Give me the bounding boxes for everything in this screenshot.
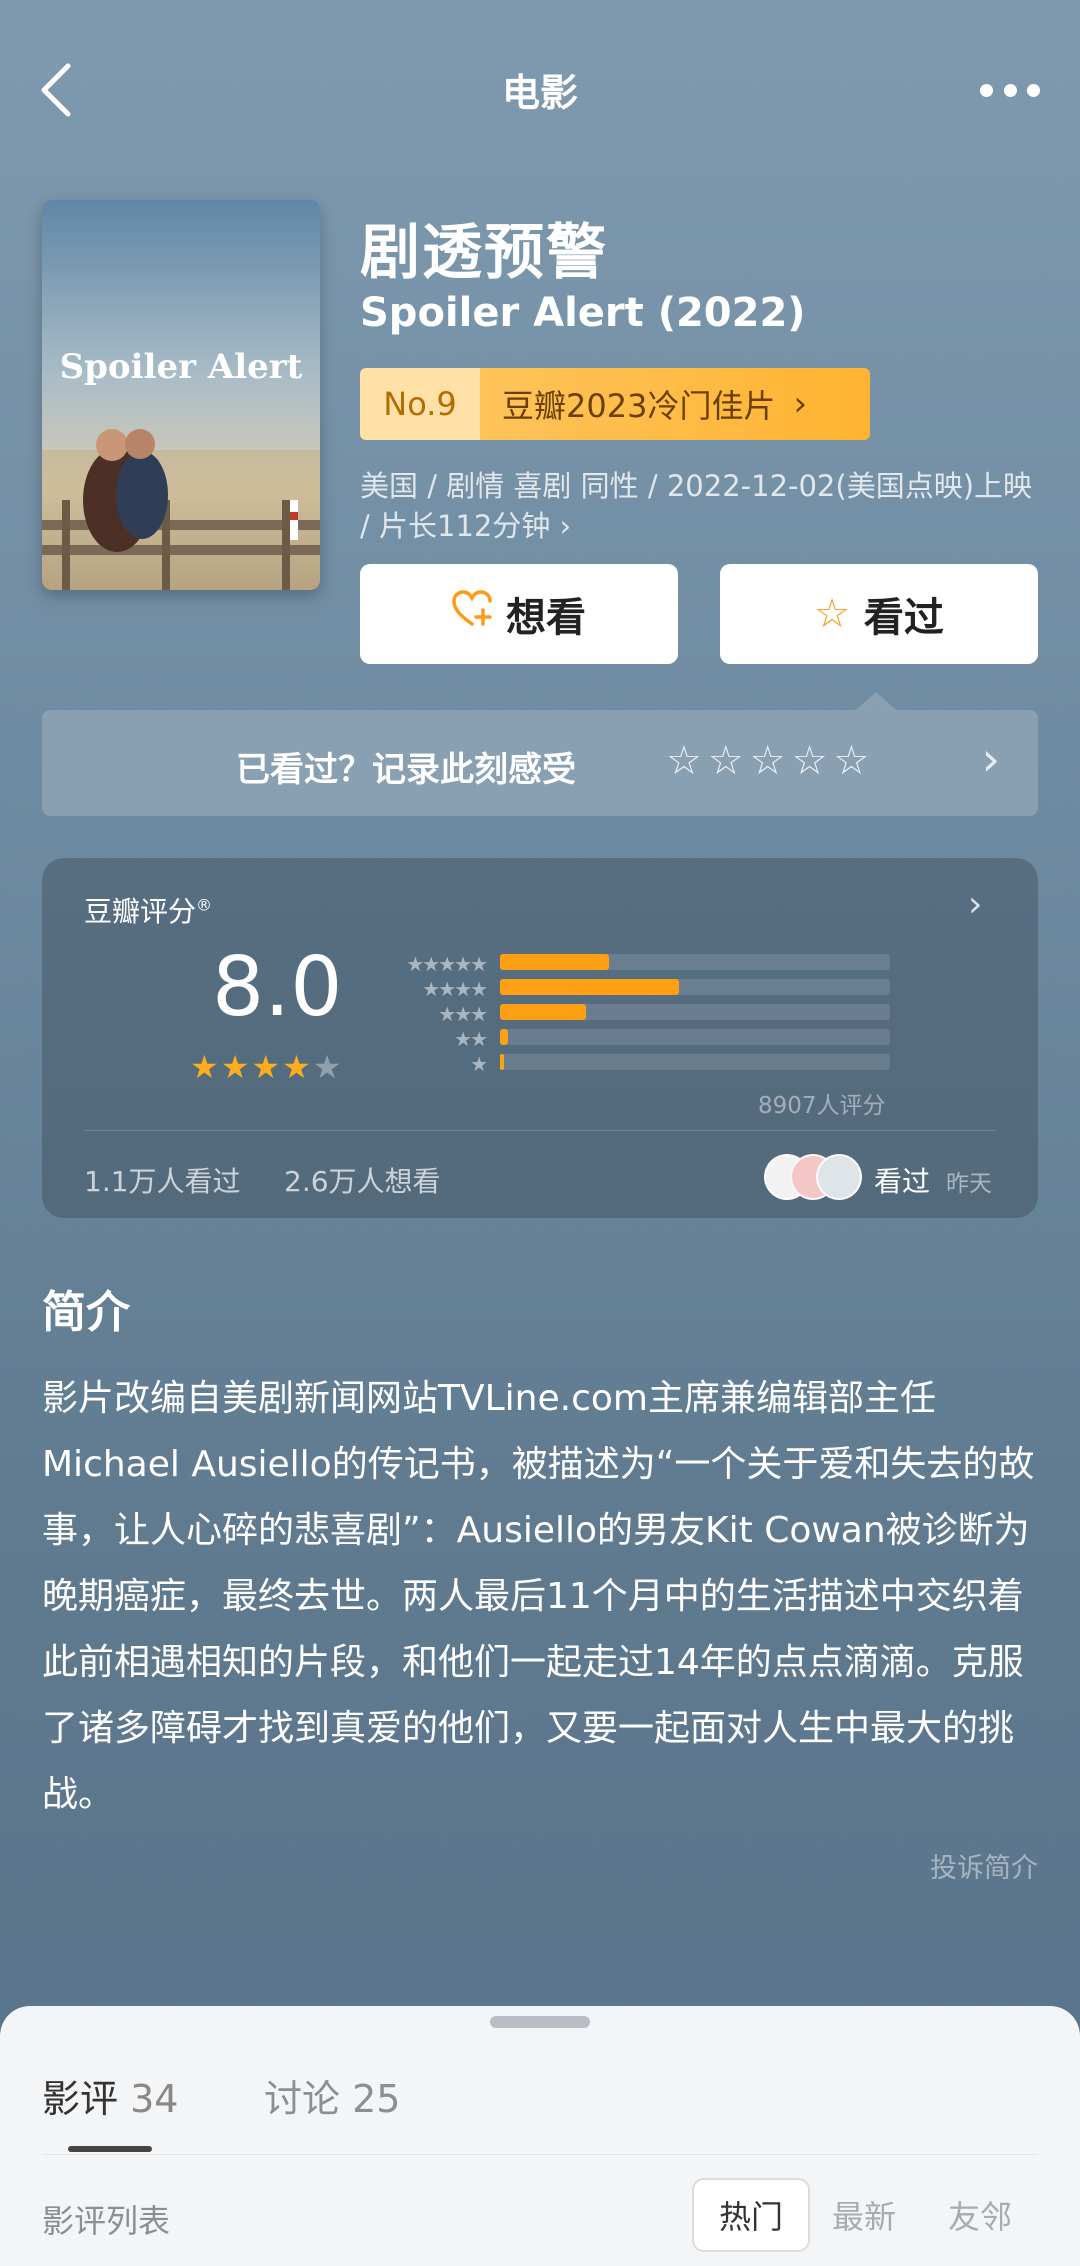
dist-bar-fill <box>500 1029 508 1045</box>
chevron-right-icon: › <box>793 384 808 424</box>
dist-label-5: ★★★★★ <box>406 952 488 976</box>
dist-bar-2 <box>500 1029 890 1045</box>
record-feeling-bar[interactable]: 已看过？记录此刻感受 ☆☆☆☆☆ › <box>42 710 1038 816</box>
star-outline-icon: ☆ <box>814 591 850 637</box>
dist-bar-fill <box>500 954 610 970</box>
rank-list-label: 豆瓣2023冷门佳片 › <box>480 368 870 440</box>
rank-number: No.9 <box>360 368 480 440</box>
synopsis-text: 影片改编自美剧新闻网站TVLine.com主席兼编辑部主任Michael Aus… <box>42 1378 1035 1815</box>
dist-bar-4 <box>500 979 890 995</box>
movie-poster[interactable]: Spoiler Alert <box>42 200 320 590</box>
dist-label-4: ★★★★ <box>422 977 488 1001</box>
dist-bar-fill <box>500 1054 504 1070</box>
dist-label-2: ★★ <box>454 1027 488 1051</box>
rank-list-text: 豆瓣2023冷门佳片 <box>502 387 776 425</box>
dist-label-1: ★ <box>470 1052 488 1076</box>
rating-stars: ★★★★★ <box>190 1048 343 1086</box>
sort-latest-button[interactable]: 最新 <box>832 2192 896 2238</box>
avatar <box>816 1154 862 1200</box>
star-filled-icon: ★ <box>282 1048 313 1086</box>
watched-button[interactable]: ☆ 看过 <box>720 564 1038 664</box>
review-list-label: 影评列表 <box>42 2202 171 2240</box>
record-prompt: 已看过？记录此刻感受 <box>236 750 576 790</box>
tab-reviews-label: 影评 <box>42 2077 119 2121</box>
rating-score: 8.0 <box>212 940 343 1035</box>
star-filled-icon: ★ <box>251 1048 283 1086</box>
divider <box>42 2154 1038 2155</box>
divider <box>84 1130 996 1131</box>
report-synopsis-link[interactable]: 投诉简介 <box>930 1846 1038 1885</box>
rating-label: 豆瓣评分® <box>84 895 213 928</box>
movie-meta[interactable]: 美国 / 剧情 喜剧 同性 / 2022-12-02(美国点映)上映 / 片长1… <box>360 466 1040 546</box>
movie-title-cn: 剧透预警 <box>360 218 608 288</box>
tab-reviews[interactable]: 影评 34 <box>42 2068 178 2123</box>
svg-text:Spoiler Alert: Spoiler Alert <box>60 347 303 387</box>
vote-count: 8907人评分 <box>758 1093 886 1119</box>
sort-hot-button[interactable]: 热门 <box>692 2178 810 2252</box>
dist-label-3: ★★★ <box>438 1002 488 1026</box>
dist-bar-5 <box>500 954 890 970</box>
dist-bar-3 <box>500 1004 890 1020</box>
chevron-right-icon: › <box>981 732 1000 786</box>
movie-title-en: Spoiler Alert (2022) <box>360 290 806 336</box>
friend-time: 昨天 <box>946 1171 992 1197</box>
dist-bar-1 <box>500 1054 890 1070</box>
friend-avatars[interactable] <box>764 1154 864 1200</box>
star-filled-icon: ★ <box>190 1048 221 1086</box>
want-to-watch-button[interactable]: 想看 <box>360 564 678 664</box>
star-empty-icon: ★ <box>312 1048 344 1086</box>
sort-friends-button[interactable]: 友邻 <box>948 2192 1012 2238</box>
want-to-watch-label: 想看 <box>506 595 586 641</box>
pointer-arrow <box>856 692 896 710</box>
watched-label: 看过 <box>863 595 944 641</box>
tab-discussions[interactable]: 讨论 25 <box>264 2068 400 2123</box>
sheet-handle[interactable] <box>490 2016 590 2028</box>
rank-badge[interactable]: No.9 豆瓣2023冷门佳片 › <box>360 368 870 440</box>
friend-action: 看过 <box>874 1165 931 1198</box>
star-filled-icon: ★ <box>220 1048 252 1086</box>
wanted-count[interactable]: 2.6万人想看 <box>284 1160 441 1200</box>
tab-discussions-count: 25 <box>352 2077 401 2121</box>
tab-reviews-count: 34 <box>130 2077 179 2121</box>
synopsis-title: 简介 <box>42 1287 130 1338</box>
dist-bar-fill <box>500 979 680 995</box>
sort-options: 热门 最新 友邻 <box>692 2178 1038 2252</box>
page-title: 电影 <box>501 71 578 115</box>
heart-plus-icon <box>452 590 492 638</box>
rate-stars[interactable]: ☆☆☆☆☆ <box>666 738 875 784</box>
more-icon[interactable] <box>980 78 1040 102</box>
tab-discussions-label: 讨论 <box>264 2077 341 2121</box>
active-tab-indicator <box>68 2146 152 2152</box>
dist-bar-fill <box>500 1004 586 1020</box>
chevron-right-icon[interactable]: › <box>968 884 982 925</box>
watched-count[interactable]: 1.1万人看过 <box>84 1160 241 1200</box>
